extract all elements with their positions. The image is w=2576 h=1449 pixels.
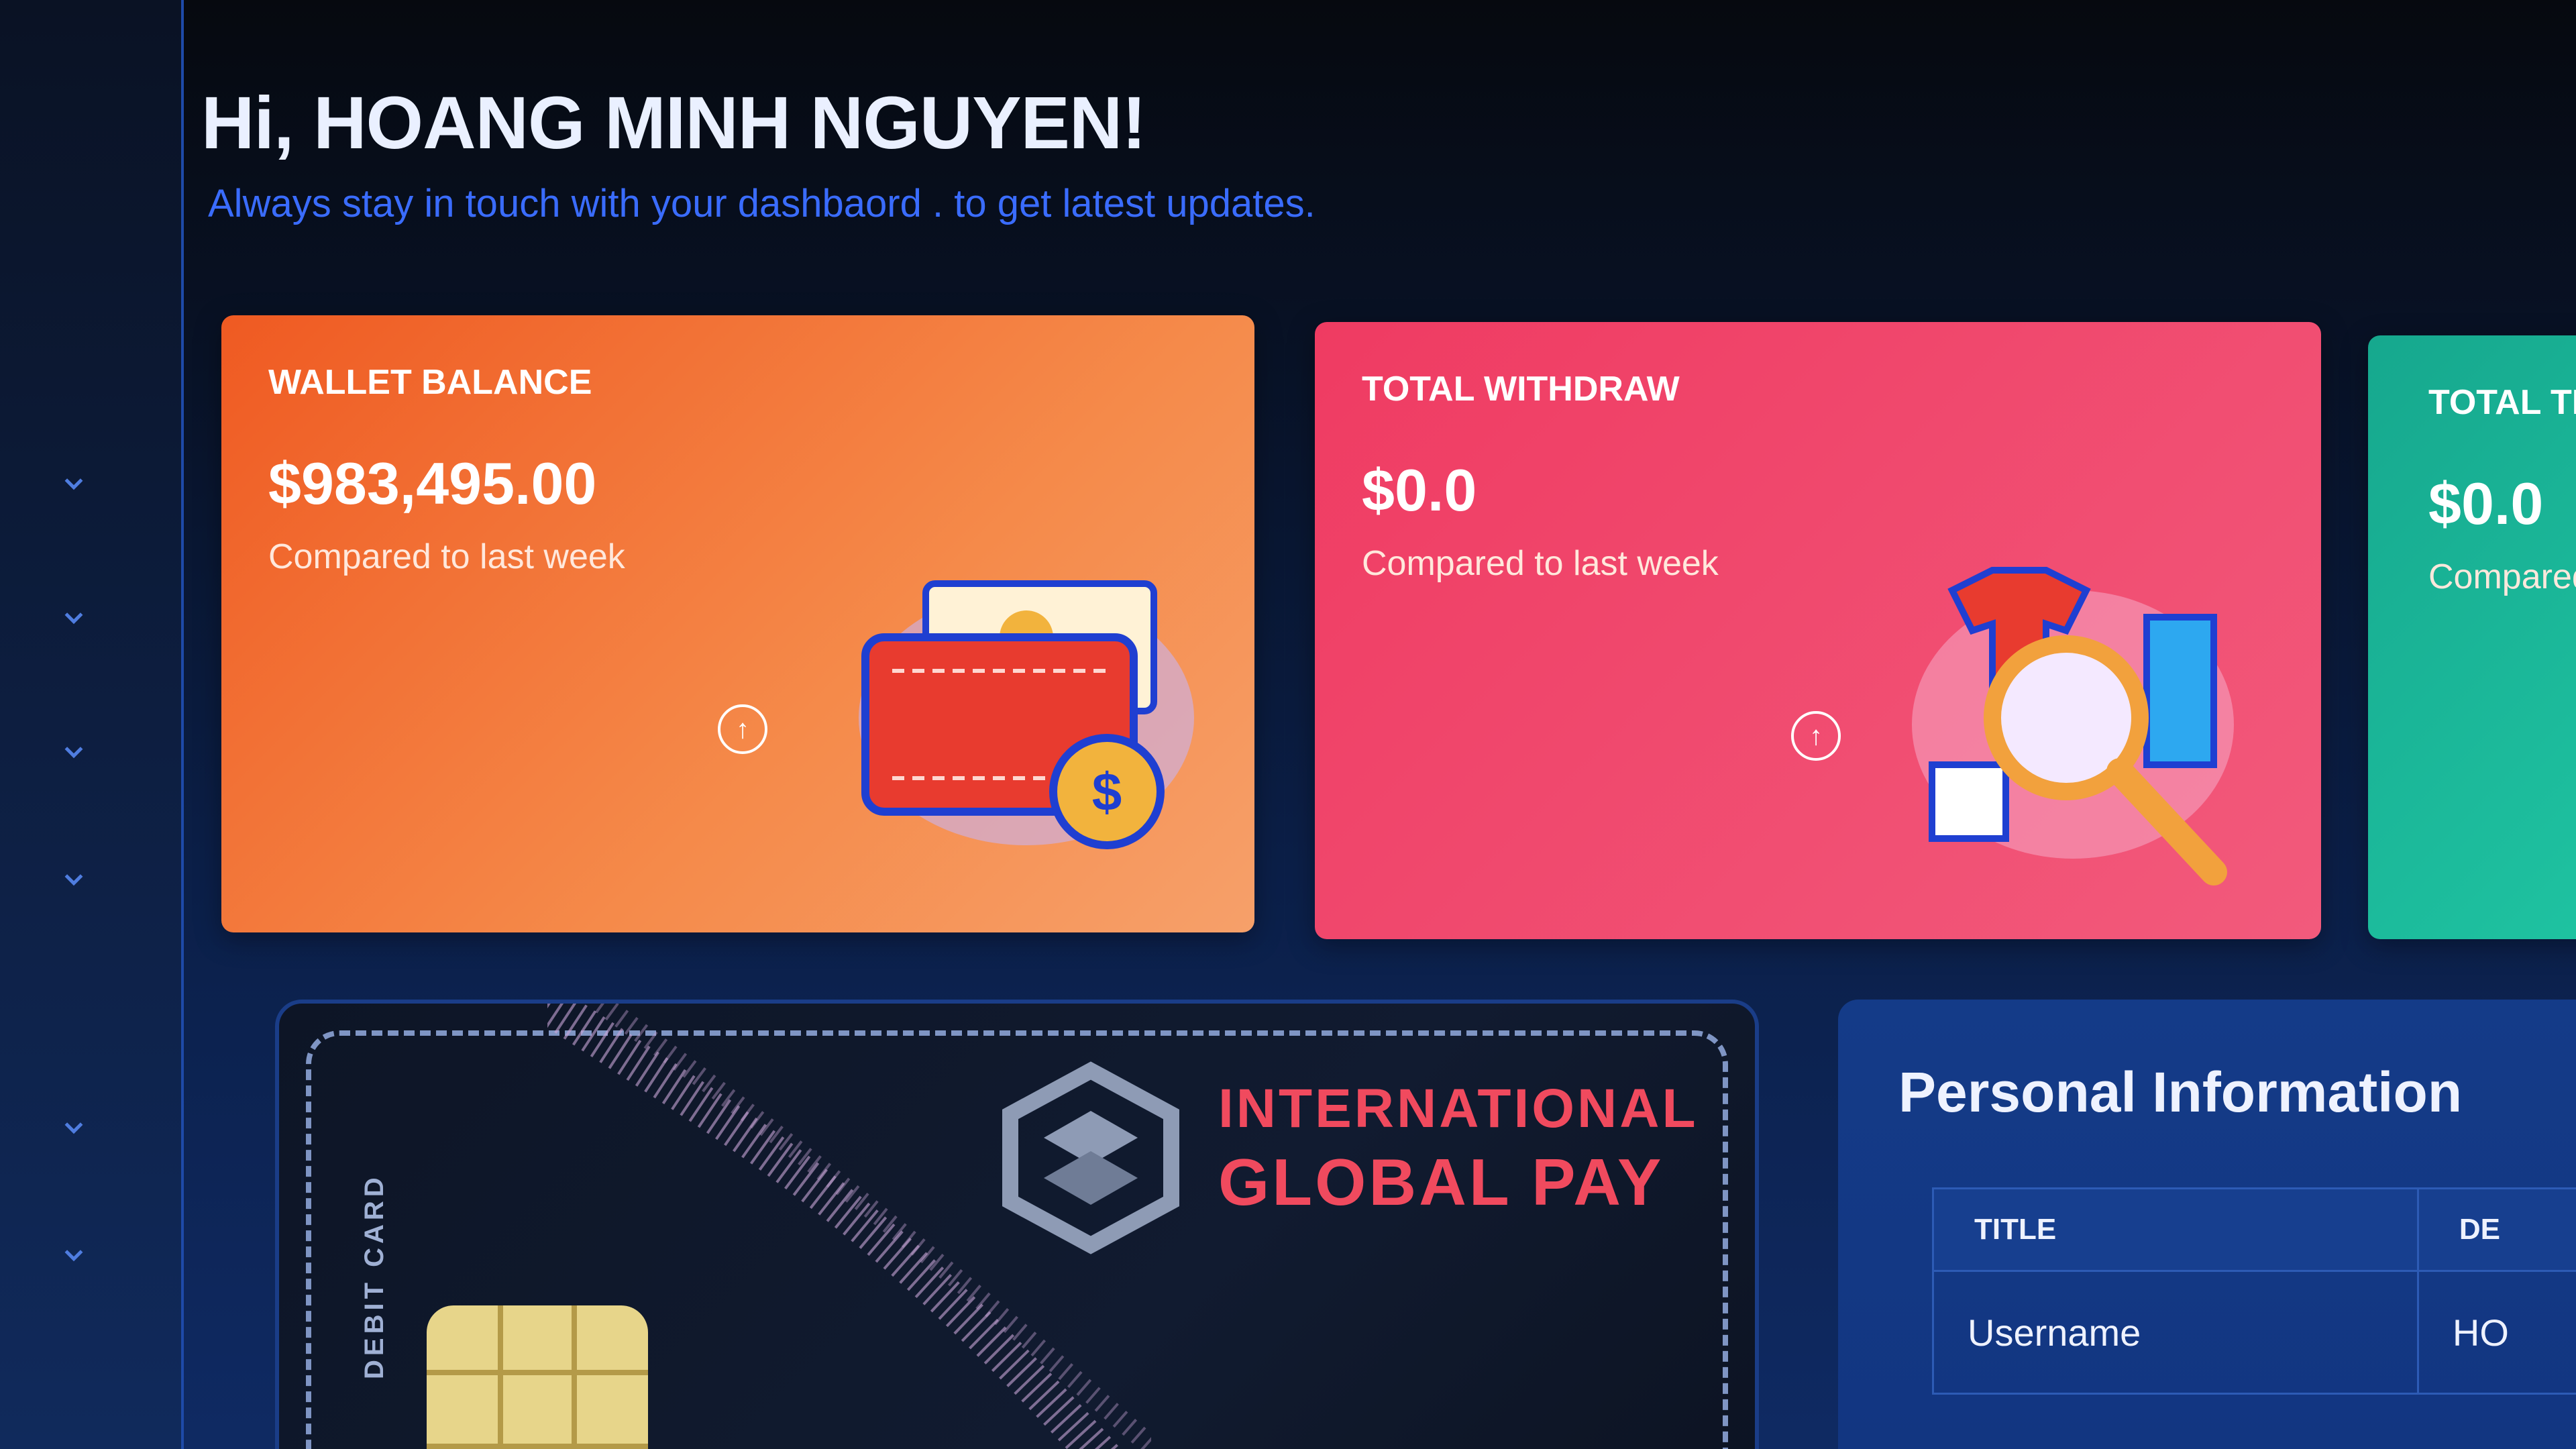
table-row: Username HO: [1932, 1270, 2576, 1395]
chevron-down-icon[interactable]: [60, 1114, 87, 1140]
card-amount: $0.0: [2428, 470, 2544, 537]
wallet-icon: $: [859, 580, 1194, 849]
personal-information-panel: Personal Information TITLE DE Username H…: [1838, 1000, 2576, 1449]
decorative-wave: [547, 1004, 1151, 1449]
personal-info-table: TITLE DE Username HO: [1932, 1187, 2576, 1395]
total-transfer-card[interactable]: TOTAL TR $0.0 Compared: [2368, 335, 2576, 939]
card-title: TOTAL TR: [2428, 383, 2576, 422]
dashboard-screen: Hi, HOANG MINH NGUYEN! Always stay in to…: [0, 0, 2576, 1449]
arrow-up-icon[interactable]: ↑: [1791, 711, 1841, 761]
page-title: Hi, HOANG MINH NGUYEN!: [201, 82, 1146, 164]
debit-card: INTERNATIONAL GLOBAL PAY DEBIT CARD: [275, 1000, 1759, 1449]
brand-name-line1: INTERNATIONAL: [1218, 1078, 1699, 1139]
total-withdraw-card[interactable]: TOTAL WITHDRAW $0.0 Compared to last wee…: [1315, 322, 2321, 939]
column-header: DE: [2416, 1187, 2576, 1272]
card-compare-text: Compared to last week: [1362, 544, 1719, 583]
column-header: TITLE: [1932, 1187, 2419, 1272]
chevron-down-icon[interactable]: [60, 470, 87, 496]
card-amount: $983,495.00: [268, 450, 597, 517]
card-amount: $0.0: [1362, 457, 1477, 523]
search-icon: [1912, 567, 2234, 885]
page-subtitle: Always stay in touch with your dashbaord…: [208, 182, 1316, 225]
sidebar: [0, 0, 184, 1449]
chevron-down-icon[interactable]: [60, 738, 87, 765]
card-title: WALLET BALANCE: [268, 363, 592, 402]
chevron-down-icon[interactable]: [60, 1241, 87, 1268]
svg-text:$: $: [1092, 762, 1122, 822]
card-compare-text: Compared: [2428, 557, 2576, 596]
chevron-down-icon[interactable]: [60, 865, 87, 892]
card-compare-text: Compared to last week: [268, 537, 625, 576]
wallet-balance-card[interactable]: WALLET BALANCE $983,495.00 Compared to l…: [221, 315, 1254, 932]
panel-title: Personal Information: [1898, 1061, 2463, 1124]
table-header-row: TITLE DE: [1932, 1187, 2576, 1272]
arrow-up-icon[interactable]: ↑: [718, 704, 767, 754]
brand-name-line2: GLOBAL PAY: [1218, 1145, 1664, 1219]
debit-card-label: DEBIT CARD: [360, 1173, 389, 1379]
row-title: Username: [1932, 1270, 2419, 1395]
row-value: HO: [2416, 1270, 2576, 1395]
card-title: TOTAL WITHDRAW: [1362, 370, 1680, 409]
chevron-down-icon[interactable]: [60, 604, 87, 631]
